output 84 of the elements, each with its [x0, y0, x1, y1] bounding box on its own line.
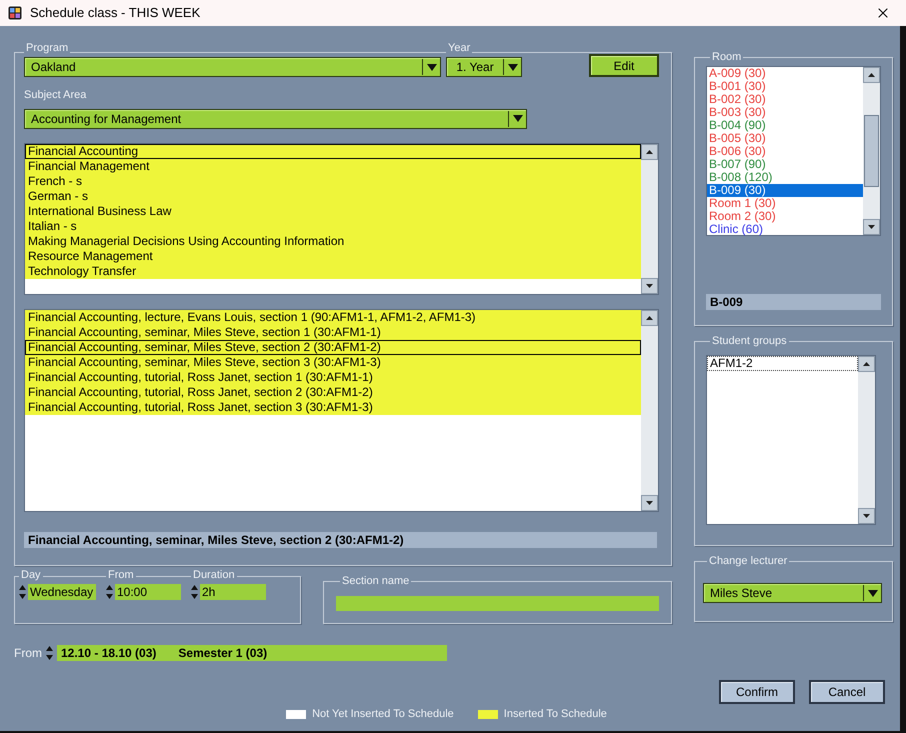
scroll-down-icon[interactable]: [863, 219, 880, 235]
selected-room-bar: B-009: [706, 294, 881, 310]
list-item[interactable]: Financial Accounting, seminar, Miles Steve, section 3 (30:AFM1-3): [25, 354, 641, 370]
caret-icon: [426, 64, 436, 70]
dialog-button[interactable]: Confirm: [719, 680, 795, 704]
spin-arrows-icon[interactable]: [19, 585, 26, 599]
spin-field[interactable]: 2h: [200, 584, 266, 600]
section-name-field[interactable]: [336, 596, 659, 611]
room-item[interactable]: B-001 (30): [707, 80, 863, 93]
dialog-button[interactable]: Cancel: [809, 680, 885, 704]
group-label: Section name: [341, 576, 410, 587]
list-item[interactable]: Financial Accounting, tutorial, Ross Janet, section 2 (30:AFM1-2): [25, 384, 641, 400]
list-item[interactable]: German - s: [25, 188, 641, 204]
room-item[interactable]: Clinic (60): [707, 223, 863, 236]
list-item[interactable]: Financial Accounting, lecture, Evans Louis, section 1 (90:AFM1-1, AFM1-2, AFM1-3): [25, 310, 641, 324]
group-label: Change lecturer: [708, 556, 788, 567]
room-item[interactable]: B-002 (30): [707, 93, 863, 106]
lecturer-dropdown[interactable]: Miles Steve: [703, 583, 882, 603]
scroll-thumb[interactable]: [864, 115, 879, 187]
list-item[interactable]: Financial Accounting, seminar, Miles Steve, section 2 (30:AFM1-2): [25, 340, 641, 354]
list-item[interactable]: French - s: [25, 174, 641, 188]
spin-arrows-icon[interactable]: [46, 646, 53, 660]
list-item[interactable]: Financial Accounting, seminar, Miles Steve, section 1 (30:AFM1-1): [25, 324, 641, 340]
scroll-up-icon[interactable]: [858, 356, 875, 372]
list-item[interactable]: Financial Management: [25, 158, 641, 174]
list-item[interactable]: Making Managerial Decisions Using Accounting Information: [25, 234, 641, 248]
list-item[interactable]: Italian - s: [25, 218, 641, 234]
scroll-down-icon[interactable]: [641, 278, 658, 294]
list-item[interactable]: Financial Accounting, tutorial, Ross Janet, section 3 (30:AFM1-3): [25, 400, 641, 414]
field-label: From: [106, 570, 136, 581]
edit-button[interactable]: Edit: [589, 54, 659, 77]
window-title: Schedule class - THIS WEEK: [30, 4, 202, 22]
list-item[interactable]: AFM1-2: [707, 356, 858, 371]
list-item[interactable]: Financial Accounting, tutorial, Ross Janet, section 1 (30:AFM1-1): [25, 370, 641, 384]
scroll-up-icon[interactable]: [641, 310, 658, 326]
spin-arrows-icon[interactable]: [191, 585, 198, 599]
room-item[interactable]: B-007 (90): [707, 158, 863, 171]
room-item[interactable]: Room 1 (30): [707, 197, 863, 210]
list-item[interactable]: International Business Law: [25, 204, 641, 218]
week-label: From: [14, 645, 42, 662]
field-label: Day: [19, 570, 43, 581]
program-dropdown[interactable]: Oakland: [24, 57, 441, 77]
caret-icon: [868, 590, 878, 596]
legend-label: Not Yet Inserted To Schedule: [312, 707, 454, 722]
group-label: Student groups: [711, 336, 788, 347]
caret-icon: [512, 115, 522, 122]
scroll-down-icon[interactable]: [641, 494, 658, 510]
room-item[interactable]: B-004 (90): [707, 119, 863, 132]
field-label: Duration: [191, 570, 237, 581]
scrollbar[interactable]: [641, 310, 658, 510]
room-item[interactable]: A-009 (30): [707, 67, 863, 80]
legend-label: Inserted To Schedule: [504, 707, 607, 722]
list-item[interactable]: Technology Transfer: [25, 264, 641, 278]
year-label: Year: [446, 43, 472, 54]
dropdown-button[interactable]: [863, 585, 881, 601]
room-item[interactable]: Room 2 (30): [707, 210, 863, 223]
scrollbar[interactable]: [641, 144, 658, 294]
dropdown-button[interactable]: [508, 110, 526, 126]
subject-area-dropdown[interactable]: Accounting for Management: [24, 108, 527, 128]
list-item[interactable]: Resource Management: [25, 248, 641, 264]
caret-icon: [508, 64, 518, 70]
year-dropdown[interactable]: 1. Year: [446, 57, 522, 77]
spin-arrows-icon[interactable]: [106, 585, 113, 599]
app-icon: [8, 6, 22, 20]
subject-area-label: Subject Area: [24, 88, 88, 103]
dropdown-button[interactable]: [422, 59, 440, 75]
week-field[interactable]: 12.10 - 18.10 (03) Semester 1 (03): [57, 645, 447, 661]
scrollbar[interactable]: [858, 356, 875, 524]
list-item[interactable]: Financial Accounting: [25, 144, 641, 158]
room-item[interactable]: B-005 (30): [707, 132, 863, 145]
room-item[interactable]: B-008 (120): [707, 171, 863, 184]
room-item[interactable]: B-003 (30): [707, 106, 863, 119]
scroll-up-icon[interactable]: [641, 144, 658, 160]
spin-field[interactable]: 10:00: [115, 584, 181, 600]
room-item[interactable]: B-009 (30): [707, 184, 863, 197]
scrollbar[interactable]: [863, 67, 880, 235]
group-label: Room: [711, 52, 742, 63]
spin-field[interactable]: Wednesday: [28, 584, 96, 600]
room-item[interactable]: B-006 (30): [707, 145, 863, 158]
dropdown-button[interactable]: [503, 59, 521, 75]
program-label: Program: [24, 43, 70, 54]
selected-section-bar: Financial Accounting, seminar, Miles Steve, section 2 (30:AFM1-2): [24, 532, 657, 548]
scroll-up-icon[interactable]: [863, 67, 880, 83]
scroll-down-icon[interactable]: [858, 508, 875, 524]
